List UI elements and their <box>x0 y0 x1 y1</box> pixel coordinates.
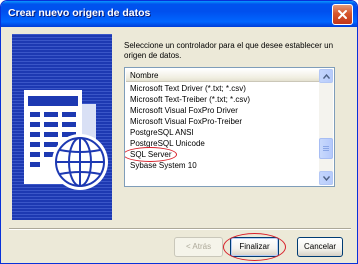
driver-item-selected[interactable]: SQL Server <box>125 147 320 162</box>
data-source-globe-icon <box>12 34 112 220</box>
grip-icon <box>323 148 329 149</box>
back-button[interactable]: < Atrás <box>174 237 223 257</box>
selection-highlight-circle <box>125 147 177 162</box>
scroll-thumb[interactable] <box>319 138 333 159</box>
footer-divider <box>9 228 351 230</box>
column-header-name[interactable]: Nombre <box>126 69 320 82</box>
close-x-icon <box>338 10 347 19</box>
scroll-down-button[interactable] <box>319 171 333 185</box>
driver-item[interactable]: Microsoft Text Driver (*.txt; *.csv) <box>126 83 320 94</box>
arrow-down-icon <box>322 175 330 181</box>
title-bar[interactable]: Crear nuevo origen de datos <box>1 1 357 27</box>
driver-item[interactable]: PostgreSQL ANSI <box>126 127 320 138</box>
driver-item[interactable]: Microsoft Text-Treiber (*.txt; *.csv) <box>126 94 320 105</box>
driver-listbox[interactable]: Nombre Microsoft Text Driver (*.txt; *.c… <box>124 67 335 187</box>
driver-rows: Microsoft Text Driver (*.txt; *.csv) Mic… <box>125 83 320 171</box>
arrow-up-icon <box>322 73 330 79</box>
create-data-source-dialog: Crear nuevo origen de datos Seleccione u… <box>0 0 358 264</box>
window-title: Crear nuevo origen de datos <box>8 7 151 19</box>
data-source-illustration <box>12 34 112 220</box>
cancel-button[interactable]: Cancelar <box>297 237 343 257</box>
close-button[interactable] <box>332 4 353 25</box>
driver-item[interactable]: Microsoft Visual FoxPro Driver <box>126 105 320 116</box>
driver-item[interactable]: Microsoft Visual FoxPro-Treiber <box>126 116 320 127</box>
vertical-scrollbar[interactable] <box>319 69 333 185</box>
instructions-text: Seleccione un controlador para el que de… <box>124 41 334 60</box>
column-header-label: Nombre <box>130 71 159 80</box>
scroll-up-button[interactable] <box>319 69 333 83</box>
finish-highlight-circle <box>223 233 286 261</box>
